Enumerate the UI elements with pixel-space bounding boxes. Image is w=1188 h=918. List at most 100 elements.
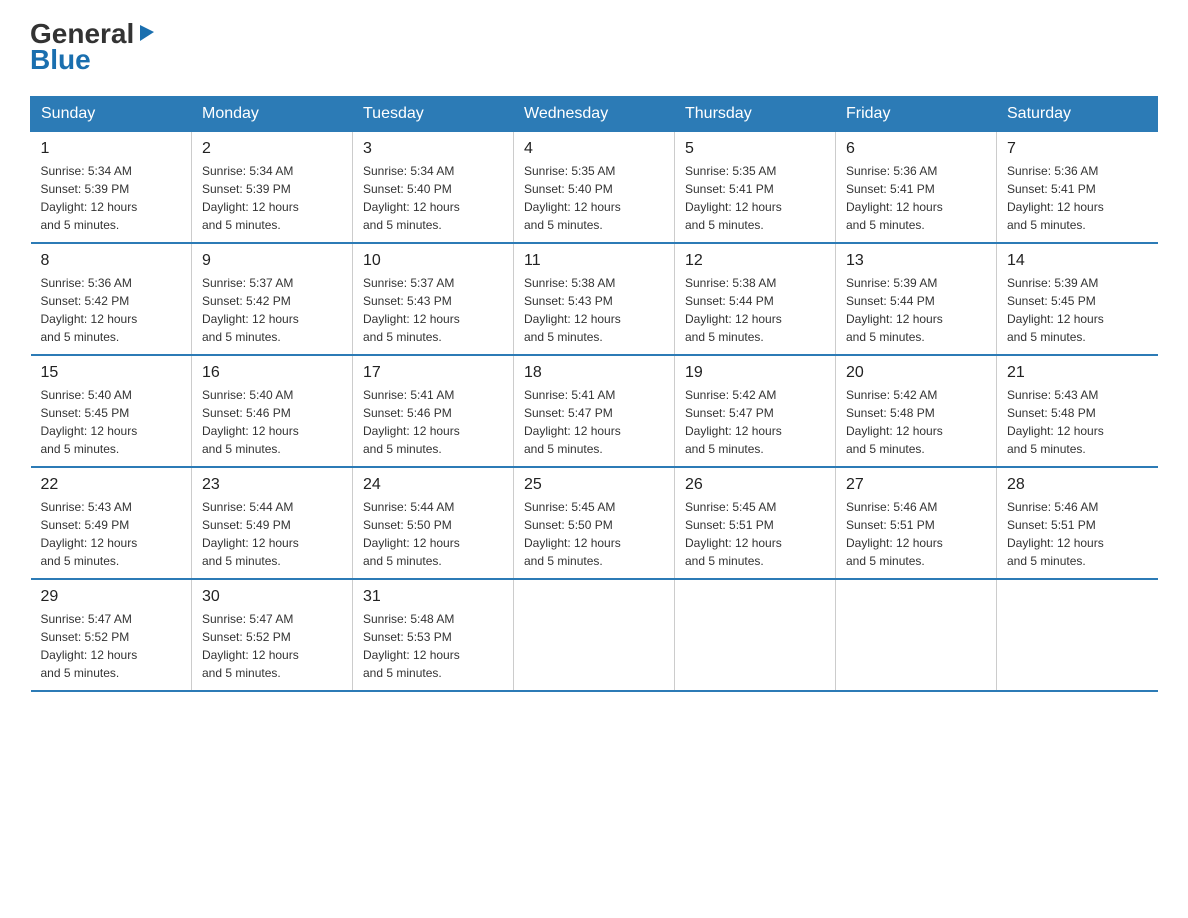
day-number: 16 xyxy=(202,364,342,382)
day-number: 9 xyxy=(202,252,342,270)
calendar-body: 1 Sunrise: 5:34 AM Sunset: 5:39 PM Dayli… xyxy=(31,132,1158,692)
day-number: 22 xyxy=(41,476,182,494)
day-number: 18 xyxy=(524,364,664,382)
day-cell: 25 Sunrise: 5:45 AM Sunset: 5:50 PM Dayl… xyxy=(514,467,675,579)
day-cell xyxy=(514,579,675,691)
day-cell: 21 Sunrise: 5:43 AM Sunset: 5:48 PM Dayl… xyxy=(997,355,1158,467)
day-info: Sunrise: 5:44 AM Sunset: 5:50 PM Dayligh… xyxy=(363,498,503,570)
day-cell xyxy=(675,579,836,691)
day-number: 14 xyxy=(1007,252,1148,270)
day-cell: 20 Sunrise: 5:42 AM Sunset: 5:48 PM Dayl… xyxy=(836,355,997,467)
day-number: 11 xyxy=(524,252,664,270)
day-cell: 29 Sunrise: 5:47 AM Sunset: 5:52 PM Dayl… xyxy=(31,579,192,691)
day-number: 20 xyxy=(846,364,986,382)
day-cell: 31 Sunrise: 5:48 AM Sunset: 5:53 PM Dayl… xyxy=(353,579,514,691)
day-info: Sunrise: 5:46 AM Sunset: 5:51 PM Dayligh… xyxy=(846,498,986,570)
calendar-header: SundayMondayTuesdayWednesdayThursdayFrid… xyxy=(31,97,1158,132)
day-number: 6 xyxy=(846,140,986,158)
day-number: 23 xyxy=(202,476,342,494)
day-cell: 4 Sunrise: 5:35 AM Sunset: 5:40 PM Dayli… xyxy=(514,132,675,244)
calendar-table: SundayMondayTuesdayWednesdayThursdayFrid… xyxy=(30,96,1158,692)
day-info: Sunrise: 5:35 AM Sunset: 5:41 PM Dayligh… xyxy=(685,162,825,234)
day-cell: 15 Sunrise: 5:40 AM Sunset: 5:45 PM Dayl… xyxy=(31,355,192,467)
header-cell-saturday: Saturday xyxy=(997,97,1158,132)
day-info: Sunrise: 5:36 AM Sunset: 5:41 PM Dayligh… xyxy=(846,162,986,234)
day-number: 4 xyxy=(524,140,664,158)
logo-blue-text: Blue xyxy=(30,44,91,76)
logo-triangle-icon xyxy=(136,21,158,43)
day-info: Sunrise: 5:34 AM Sunset: 5:40 PM Dayligh… xyxy=(363,162,503,234)
header-cell-wednesday: Wednesday xyxy=(514,97,675,132)
day-info: Sunrise: 5:43 AM Sunset: 5:48 PM Dayligh… xyxy=(1007,386,1148,458)
week-row-2: 8 Sunrise: 5:36 AM Sunset: 5:42 PM Dayli… xyxy=(31,243,1158,355)
day-info: Sunrise: 5:47 AM Sunset: 5:52 PM Dayligh… xyxy=(41,610,182,682)
header-cell-friday: Friday xyxy=(836,97,997,132)
day-info: Sunrise: 5:47 AM Sunset: 5:52 PM Dayligh… xyxy=(202,610,342,682)
day-info: Sunrise: 5:35 AM Sunset: 5:40 PM Dayligh… xyxy=(524,162,664,234)
day-number: 10 xyxy=(363,252,503,270)
day-info: Sunrise: 5:34 AM Sunset: 5:39 PM Dayligh… xyxy=(202,162,342,234)
day-cell: 27 Sunrise: 5:46 AM Sunset: 5:51 PM Dayl… xyxy=(836,467,997,579)
day-info: Sunrise: 5:45 AM Sunset: 5:51 PM Dayligh… xyxy=(685,498,825,570)
day-info: Sunrise: 5:36 AM Sunset: 5:41 PM Dayligh… xyxy=(1007,162,1148,234)
day-info: Sunrise: 5:44 AM Sunset: 5:49 PM Dayligh… xyxy=(202,498,342,570)
day-number: 5 xyxy=(685,140,825,158)
day-number: 30 xyxy=(202,588,342,606)
day-number: 24 xyxy=(363,476,503,494)
header-cell-sunday: Sunday xyxy=(31,97,192,132)
day-number: 2 xyxy=(202,140,342,158)
day-number: 7 xyxy=(1007,140,1148,158)
day-cell: 6 Sunrise: 5:36 AM Sunset: 5:41 PM Dayli… xyxy=(836,132,997,244)
day-info: Sunrise: 5:45 AM Sunset: 5:50 PM Dayligh… xyxy=(524,498,664,570)
day-number: 17 xyxy=(363,364,503,382)
day-info: Sunrise: 5:41 AM Sunset: 5:46 PM Dayligh… xyxy=(363,386,503,458)
day-cell: 2 Sunrise: 5:34 AM Sunset: 5:39 PM Dayli… xyxy=(192,132,353,244)
day-cell: 17 Sunrise: 5:41 AM Sunset: 5:46 PM Dayl… xyxy=(353,355,514,467)
week-row-4: 22 Sunrise: 5:43 AM Sunset: 5:49 PM Dayl… xyxy=(31,467,1158,579)
day-cell: 26 Sunrise: 5:45 AM Sunset: 5:51 PM Dayl… xyxy=(675,467,836,579)
day-number: 13 xyxy=(846,252,986,270)
day-cell: 8 Sunrise: 5:36 AM Sunset: 5:42 PM Dayli… xyxy=(31,243,192,355)
day-cell: 19 Sunrise: 5:42 AM Sunset: 5:47 PM Dayl… xyxy=(675,355,836,467)
day-number: 15 xyxy=(41,364,182,382)
week-row-3: 15 Sunrise: 5:40 AM Sunset: 5:45 PM Dayl… xyxy=(31,355,1158,467)
day-info: Sunrise: 5:34 AM Sunset: 5:39 PM Dayligh… xyxy=(41,162,182,234)
day-cell: 1 Sunrise: 5:34 AM Sunset: 5:39 PM Dayli… xyxy=(31,132,192,244)
day-cell: 14 Sunrise: 5:39 AM Sunset: 5:45 PM Dayl… xyxy=(997,243,1158,355)
day-number: 8 xyxy=(41,252,182,270)
day-info: Sunrise: 5:37 AM Sunset: 5:43 PM Dayligh… xyxy=(363,274,503,346)
week-row-5: 29 Sunrise: 5:47 AM Sunset: 5:52 PM Dayl… xyxy=(31,579,1158,691)
day-info: Sunrise: 5:40 AM Sunset: 5:46 PM Dayligh… xyxy=(202,386,342,458)
day-number: 27 xyxy=(846,476,986,494)
day-cell: 16 Sunrise: 5:40 AM Sunset: 5:46 PM Dayl… xyxy=(192,355,353,467)
day-cell: 9 Sunrise: 5:37 AM Sunset: 5:42 PM Dayli… xyxy=(192,243,353,355)
day-info: Sunrise: 5:41 AM Sunset: 5:47 PM Dayligh… xyxy=(524,386,664,458)
day-info: Sunrise: 5:40 AM Sunset: 5:45 PM Dayligh… xyxy=(41,386,182,458)
day-cell: 12 Sunrise: 5:38 AM Sunset: 5:44 PM Dayl… xyxy=(675,243,836,355)
day-number: 26 xyxy=(685,476,825,494)
day-info: Sunrise: 5:39 AM Sunset: 5:45 PM Dayligh… xyxy=(1007,274,1148,346)
day-info: Sunrise: 5:46 AM Sunset: 5:51 PM Dayligh… xyxy=(1007,498,1148,570)
day-number: 31 xyxy=(363,588,503,606)
day-cell: 10 Sunrise: 5:37 AM Sunset: 5:43 PM Dayl… xyxy=(353,243,514,355)
day-cell: 13 Sunrise: 5:39 AM Sunset: 5:44 PM Dayl… xyxy=(836,243,997,355)
day-cell: 30 Sunrise: 5:47 AM Sunset: 5:52 PM Dayl… xyxy=(192,579,353,691)
day-number: 1 xyxy=(41,140,182,158)
day-info: Sunrise: 5:43 AM Sunset: 5:49 PM Dayligh… xyxy=(41,498,182,570)
day-cell: 5 Sunrise: 5:35 AM Sunset: 5:41 PM Dayli… xyxy=(675,132,836,244)
day-cell: 22 Sunrise: 5:43 AM Sunset: 5:49 PM Dayl… xyxy=(31,467,192,579)
day-info: Sunrise: 5:48 AM Sunset: 5:53 PM Dayligh… xyxy=(363,610,503,682)
day-cell: 28 Sunrise: 5:46 AM Sunset: 5:51 PM Dayl… xyxy=(997,467,1158,579)
day-number: 25 xyxy=(524,476,664,494)
day-cell: 7 Sunrise: 5:36 AM Sunset: 5:41 PM Dayli… xyxy=(997,132,1158,244)
day-number: 12 xyxy=(685,252,825,270)
day-info: Sunrise: 5:36 AM Sunset: 5:42 PM Dayligh… xyxy=(41,274,182,346)
logo: General Blue xyxy=(30,20,158,76)
day-info: Sunrise: 5:39 AM Sunset: 5:44 PM Dayligh… xyxy=(846,274,986,346)
day-number: 28 xyxy=(1007,476,1148,494)
day-cell: 11 Sunrise: 5:38 AM Sunset: 5:43 PM Dayl… xyxy=(514,243,675,355)
day-cell: 24 Sunrise: 5:44 AM Sunset: 5:50 PM Dayl… xyxy=(353,467,514,579)
day-cell xyxy=(836,579,997,691)
day-cell: 18 Sunrise: 5:41 AM Sunset: 5:47 PM Dayl… xyxy=(514,355,675,467)
day-cell: 23 Sunrise: 5:44 AM Sunset: 5:49 PM Dayl… xyxy=(192,467,353,579)
